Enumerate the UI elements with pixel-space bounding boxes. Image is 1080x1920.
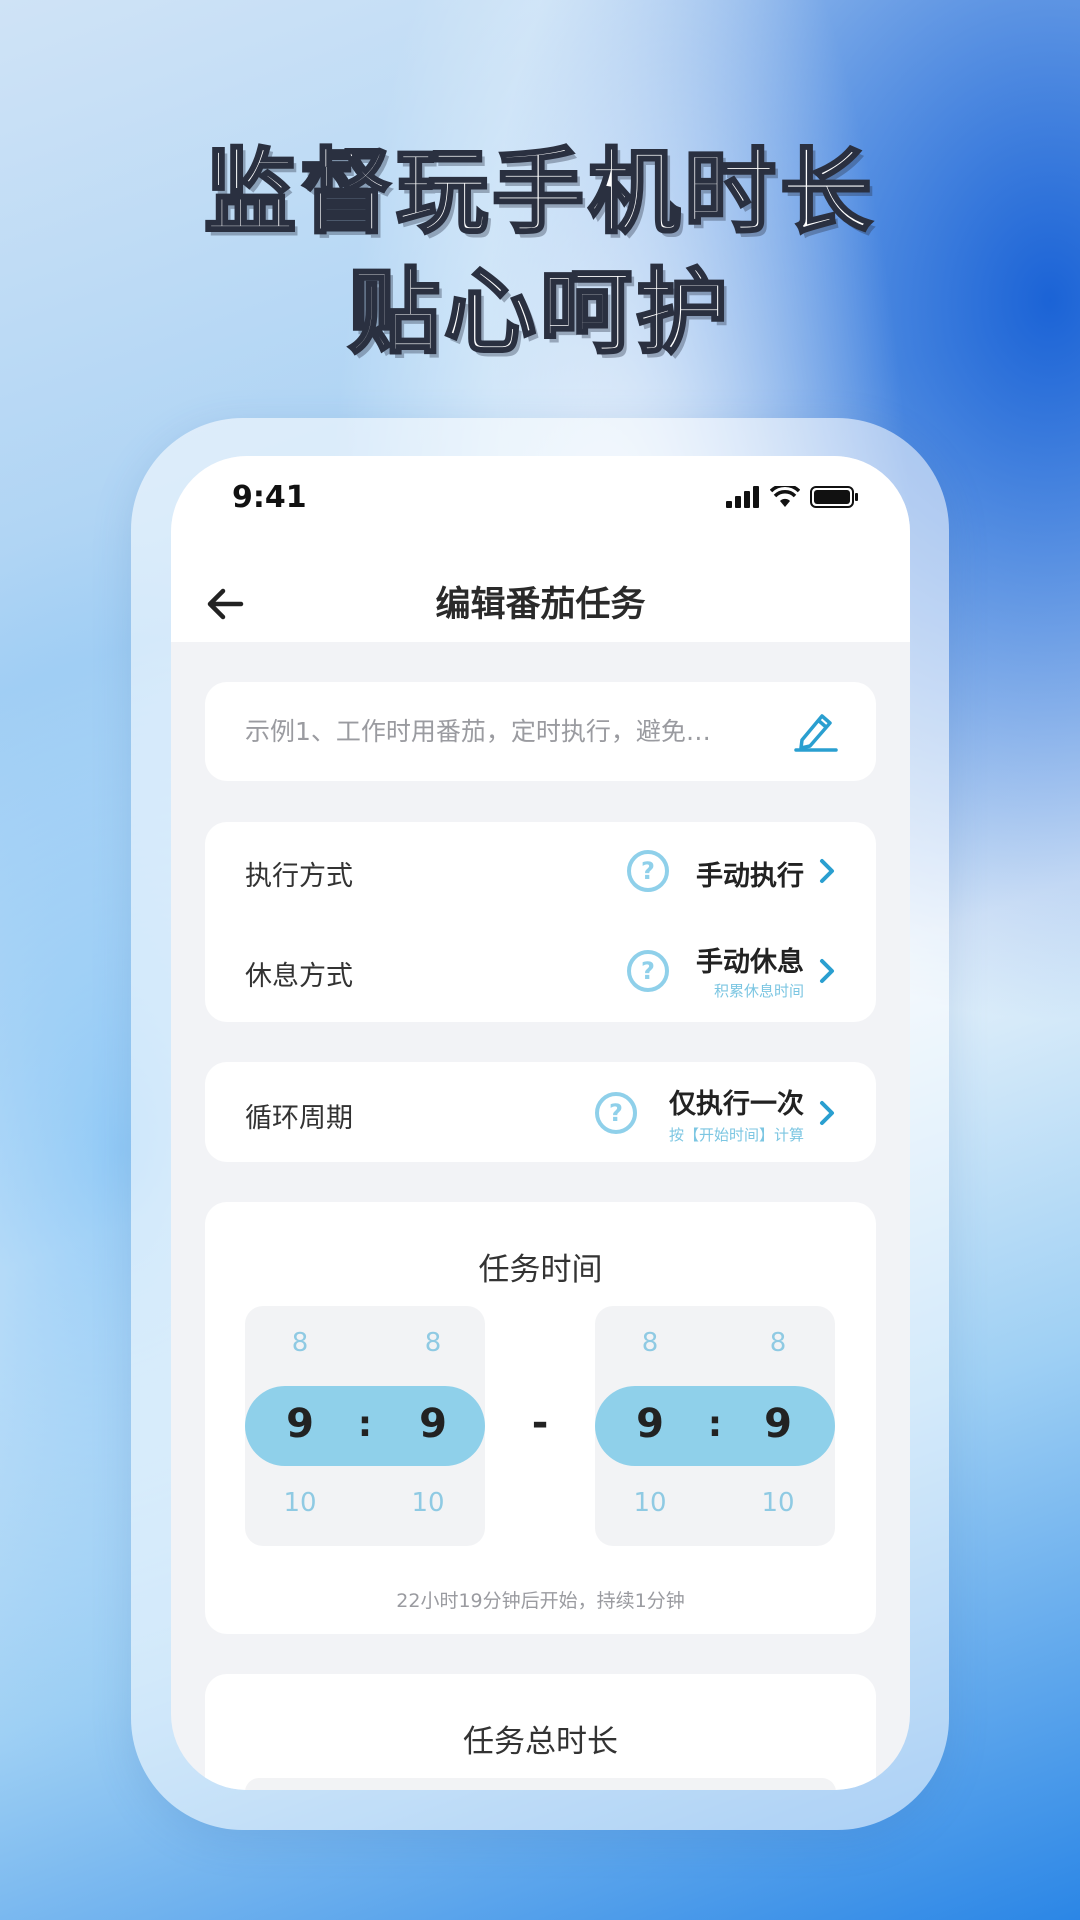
cycle-label: 循环周期 bbox=[245, 1103, 353, 1134]
total-duration-title: 任务总时长 bbox=[463, 1724, 618, 1760]
start-hour-prev[interactable]: 8 bbox=[270, 1328, 330, 1358]
task-name-placeholder: 示例1、工作时用番茄，定时执行，避免… bbox=[245, 717, 711, 746]
help-icon[interactable]: ? bbox=[627, 850, 669, 892]
help-icon[interactable]: ? bbox=[595, 1092, 637, 1134]
status-icons bbox=[726, 486, 858, 508]
headline-line-2: 贴心呵护 bbox=[346, 258, 732, 368]
start-colon: : bbox=[357, 1404, 373, 1445]
end-minute-next[interactable]: 10 bbox=[748, 1488, 808, 1518]
start-time-picker[interactable]: 8 8 9 : 9 10 10 bbox=[245, 1306, 485, 1546]
end-colon: : bbox=[707, 1404, 723, 1445]
chevron-right-icon bbox=[820, 959, 834, 983]
phone-screen: 9:41 编辑番茄任务 示例1、工作时用番茄，定时执行，避免… 执行方式 ? 手… bbox=[171, 456, 910, 1790]
total-duration-picker[interactable] bbox=[245, 1778, 836, 1790]
battery-icon bbox=[810, 486, 858, 508]
end-hour[interactable]: 9 bbox=[620, 1401, 680, 1447]
execution-mode-value: 手动执行 bbox=[696, 861, 804, 892]
pencil-icon[interactable] bbox=[794, 710, 838, 752]
page-title: 编辑番茄任务 bbox=[435, 585, 646, 625]
start-minute-prev[interactable]: 8 bbox=[403, 1328, 463, 1358]
start-hour-next[interactable]: 10 bbox=[270, 1488, 330, 1518]
start-minute-next[interactable]: 10 bbox=[398, 1488, 458, 1518]
execution-mode-row[interactable]: 执行方式 ? 手动执行 bbox=[205, 822, 876, 920]
cycle-subtext: 按【开始时间】计算 bbox=[668, 1126, 804, 1144]
rest-mode-subtext: 积累休息时间 bbox=[713, 982, 804, 1000]
status-time: 9:41 bbox=[232, 480, 307, 515]
time-separator: - bbox=[531, 1400, 549, 1446]
end-minute-prev[interactable]: 8 bbox=[748, 1328, 808, 1358]
rest-mode-row[interactable]: 休息方式 ? 手动休息 积累休息时间 bbox=[205, 920, 876, 1018]
start-hour[interactable]: 9 bbox=[270, 1401, 330, 1447]
chevron-right-icon bbox=[820, 1101, 834, 1125]
execution-mode-label: 执行方式 bbox=[245, 861, 353, 892]
end-minute[interactable]: 9 bbox=[748, 1401, 808, 1447]
nav-bar: 编辑番茄任务 bbox=[171, 566, 910, 642]
end-hour-prev[interactable]: 8 bbox=[620, 1328, 680, 1358]
chevron-right-icon bbox=[820, 859, 834, 883]
task-time-card: 任务时间 8 8 9 : 9 10 10 - 8 8 9 : 9 10 10 2… bbox=[205, 1202, 876, 1634]
task-time-title: 任务时间 bbox=[478, 1252, 603, 1288]
time-summary-note: 22小时19分钟后开始，持续1分钟 bbox=[396, 1590, 685, 1612]
cycle-value: 仅执行一次 bbox=[669, 1089, 804, 1120]
rest-mode-label: 休息方式 bbox=[245, 961, 353, 992]
end-time-picker[interactable]: 8 8 9 : 9 10 10 bbox=[595, 1306, 835, 1546]
mode-settings-card: 执行方式 ? 手动执行 休息方式 ? 手动休息 积累休息时间 bbox=[205, 822, 876, 1022]
cycle-row[interactable]: 循环周期 ? 仅执行一次 按【开始时间】计算 bbox=[205, 1062, 876, 1162]
end-hour-next[interactable]: 10 bbox=[620, 1488, 680, 1518]
help-icon[interactable]: ? bbox=[627, 950, 669, 992]
rest-mode-value: 手动休息 bbox=[696, 947, 804, 978]
task-name-field[interactable]: 示例1、工作时用番茄，定时执行，避免… bbox=[205, 682, 876, 781]
wifi-icon bbox=[770, 486, 800, 507]
total-duration-card: 任务总时长 bbox=[205, 1674, 876, 1790]
start-minute[interactable]: 9 bbox=[403, 1401, 463, 1447]
signal-icon bbox=[726, 486, 759, 508]
headline-line-1: 监督玩手机时长 bbox=[202, 138, 876, 248]
status-bar: 9:41 bbox=[171, 456, 910, 566]
